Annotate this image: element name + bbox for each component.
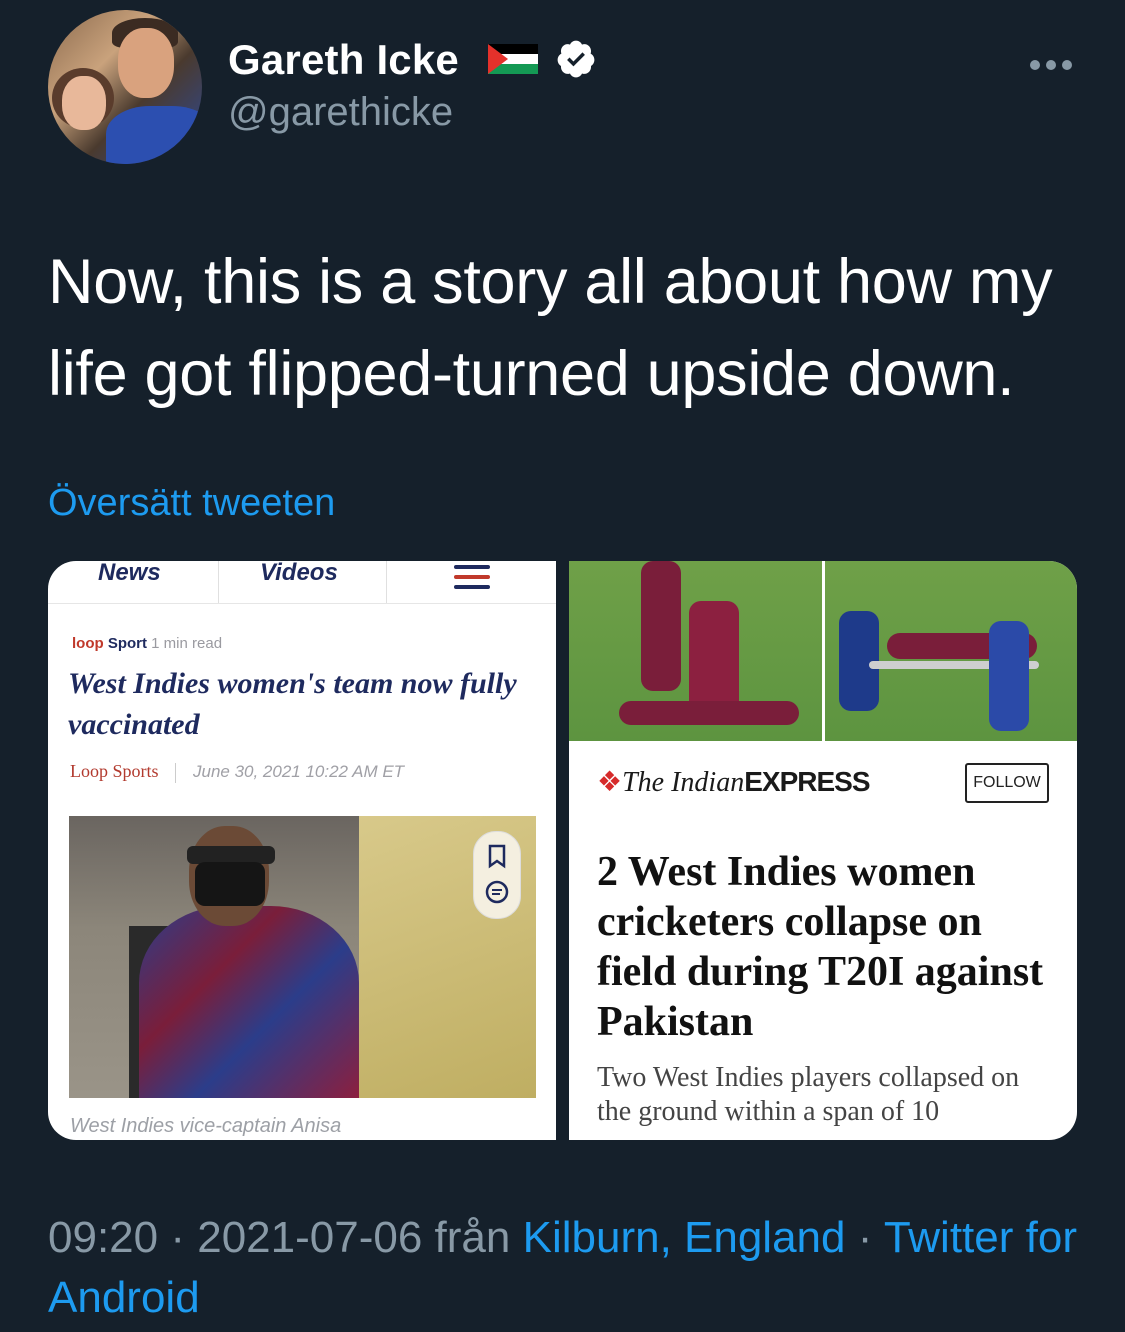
translate-tweet-link[interactable]: Översätt tweeten — [48, 482, 335, 525]
from-label: från — [434, 1213, 511, 1262]
publisher-logo-icon: ❖ — [597, 767, 623, 798]
palestine-flag-icon — [488, 44, 538, 74]
hamburger-menu-icon — [454, 565, 490, 589]
source-section: Sport — [107, 635, 147, 652]
author-handle[interactable]: @garethicke — [228, 90, 453, 135]
article-source: loop Sport 1 min read — [72, 635, 222, 652]
tweet-media[interactable]: News Videos loop Sport 1 min read West I… — [48, 561, 1077, 1140]
tweet-text: Now, this is a story all about how my li… — [48, 247, 1053, 409]
tweet-time[interactable]: 09:20 — [48, 1213, 158, 1262]
media-image-left[interactable]: News Videos loop Sport 1 min read West I… — [48, 561, 556, 1140]
tweet-location-link[interactable]: Kilburn, England — [523, 1213, 846, 1262]
tweet-metadata: 09:20 · 2021-07-06 från Kilburn, England… — [48, 1208, 1108, 1328]
nav-tab-videos: Videos — [260, 561, 338, 586]
publisher-logo: ❖The IndianEXPRESS — [597, 765, 871, 799]
meta-separator-2: · — [857, 1213, 873, 1262]
read-time: 1 min read — [151, 635, 223, 652]
more-options-icon[interactable] — [1028, 46, 1074, 80]
source-brand: loop — [72, 635, 104, 652]
media-image-right[interactable]: ❖The IndianEXPRESS FOLLOW 2 West Indies … — [569, 561, 1077, 1140]
publisher-prefix: The Indian — [622, 767, 745, 798]
article-description: Two West Indies players collapsed on the… — [597, 1062, 1020, 1127]
cricket-field-photo — [569, 561, 1077, 741]
article-byline: Loop Sports June 30, 2021 10:22 AM ET — [70, 761, 404, 783]
byline-source: Loop Sports — [70, 761, 159, 781]
article-nav: News Videos — [48, 561, 556, 604]
byline-date: June 30, 2021 10:22 AM ET — [192, 762, 405, 781]
publisher-suffix: EXPRESS — [744, 766, 870, 797]
nav-tab-news: News — [98, 561, 161, 586]
follow-button: FOLLOW — [965, 763, 1049, 803]
photo-caption: West Indies vice-captain Anisa — [70, 1115, 342, 1137]
bookmark-comment-icons — [473, 831, 521, 919]
vaccination-photo — [69, 816, 536, 1098]
article-headline-right: 2 West Indies women cricketers collapse … — [597, 849, 1044, 1045]
author-avatar[interactable] — [48, 10, 202, 164]
tweet-date[interactable]: 2021-07-06 — [197, 1213, 422, 1262]
author-name[interactable]: Gareth Icke — [228, 36, 459, 84]
verified-badge-icon — [555, 38, 597, 80]
meta-separator: · — [170, 1213, 185, 1262]
article-headline: West Indies women's team now fully vacci… — [68, 667, 517, 741]
